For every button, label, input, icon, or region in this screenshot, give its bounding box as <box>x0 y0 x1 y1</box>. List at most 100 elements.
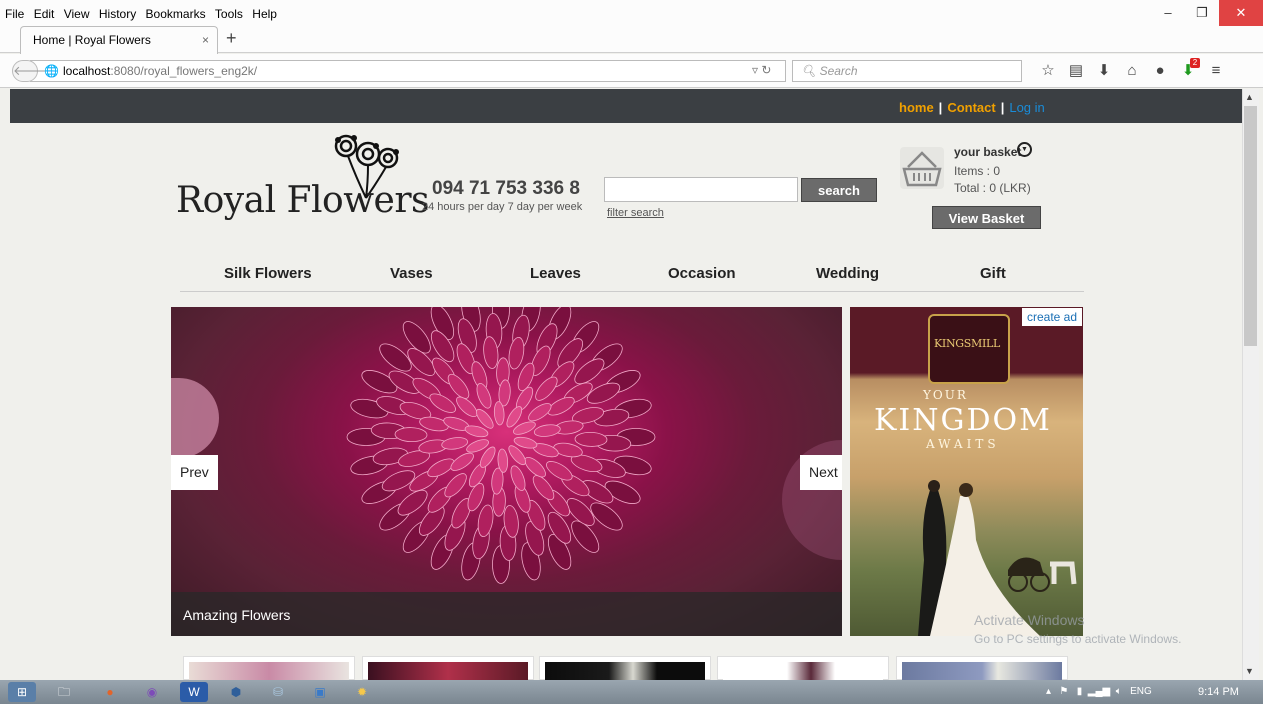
hours-text: 24 hours per day 7 day per week <box>422 201 583 213</box>
flower-image <box>346 307 656 584</box>
reading-list-icon[interactable]: ▤ <box>1062 60 1090 82</box>
petal <box>477 504 494 538</box>
addon-download-icon[interactable]: ⬇ 2 <box>1174 58 1202 82</box>
back-button[interactable]: 🡐 <box>12 60 48 82</box>
hamburger-menu-icon[interactable]: ≡ <box>1202 60 1230 82</box>
thumbnail[interactable] <box>896 656 1068 681</box>
petal <box>574 431 608 447</box>
site-logo[interactable]: Royal Flowers <box>176 180 430 221</box>
battery-icon[interactable]: ▮ <box>1077 686 1083 697</box>
network-app-icon[interactable]: ⛁ <box>264 682 292 702</box>
browser-menubar: File Edit View History Bookmarks Tools H… <box>0 0 1263 26</box>
chat-icon[interactable]: ● <box>1146 60 1174 82</box>
window-controls: – ❐ ✕ <box>1151 0 1263 26</box>
petal <box>476 383 492 409</box>
ad-brand-text: KINGSMILL <box>934 337 1001 350</box>
petal <box>441 437 469 450</box>
toolbar-icons: ☆ ▤ ⬇ ⌂ ● ⬇ 2 ≡ <box>1034 58 1230 82</box>
url-bar[interactable]: localhost:8080/royal_flowers_eng2k/ <box>30 60 786 82</box>
menu-bookmarks[interactable]: Bookmarks <box>143 0 209 21</box>
nav-home-link[interactable]: home <box>899 100 934 115</box>
category-vases[interactable]: Vases <box>390 265 433 282</box>
category-leaves[interactable]: Leaves <box>530 265 581 282</box>
scroll-up-icon[interactable]: ▲ <box>1245 92 1254 102</box>
remote-desktop-icon[interactable]: ▣ <box>306 682 334 702</box>
category-gift[interactable]: Gift <box>980 265 1006 282</box>
search-button[interactable]: search <box>801 178 877 202</box>
thumbnail[interactable] <box>539 656 711 681</box>
thumbnail[interactable] <box>183 656 355 681</box>
ad-your-text: YOUR <box>923 388 968 402</box>
basket-total: Total : 0 (LKR) <box>954 181 1031 195</box>
activation-watermark-title: Activate Windows <box>974 612 1085 628</box>
category-wedding[interactable]: Wedding <box>816 265 879 282</box>
scroll-down-icon[interactable]: ▼ <box>1245 666 1254 676</box>
scrollbar-thumb[interactable] <box>1244 106 1257 346</box>
word-icon[interactable]: W <box>180 682 208 702</box>
signal-icon[interactable]: ▂▄▆ <box>1088 686 1110 697</box>
tab-home[interactable]: Home | Royal Flowers × <box>20 26 218 54</box>
flag-icon[interactable]: ⚑ <box>1059 686 1068 697</box>
url-path: :8080/royal_flowers_eng2k/ <box>110 64 258 78</box>
restore-icon[interactable]: ❐ <box>1185 0 1219 26</box>
app-icon[interactable]: ⬢ <box>222 682 250 702</box>
view-basket-button[interactable]: View Basket <box>932 206 1041 229</box>
tray-arrow-icon[interactable]: ▴ <box>1046 686 1051 697</box>
category-silk-flowers[interactable]: Silk Flowers <box>224 265 312 282</box>
basket-items: Items : 0 <box>954 164 1001 178</box>
menu-edit[interactable]: Edit <box>31 0 58 21</box>
slider-caption: Amazing Flowers <box>171 592 842 636</box>
nav-contact-link[interactable]: Contact <box>947 100 995 115</box>
create-ad-link[interactable]: create ad <box>1022 308 1082 326</box>
paint-icon[interactable]: ✹ <box>348 682 376 702</box>
search-icon: 🔍︎ <box>801 64 817 78</box>
bookmark-star-icon[interactable]: ☆ <box>1034 60 1062 82</box>
volume-icon[interactable]: 🔈︎ <box>1116 686 1122 697</box>
firefox-icon[interactable]: ● <box>96 682 124 702</box>
menu-view[interactable]: View <box>61 0 93 21</box>
clock[interactable]: 9:14 PM <box>1198 686 1239 698</box>
nav-separator: | <box>938 100 943 115</box>
browser-search-input[interactable]: 🔍︎ Search <box>792 60 1022 82</box>
nav-separator: | <box>1000 100 1005 115</box>
file-explorer-icon[interactable]: 🗀 <box>50 682 78 702</box>
category-nav: Silk Flowers Vases Leaves Occasion Weddi… <box>180 262 1084 292</box>
petal <box>508 336 525 370</box>
petal <box>535 376 558 401</box>
petal <box>394 427 428 443</box>
thumbnail[interactable] <box>717 656 889 681</box>
activation-watermark-text: Go to PC settings to activate Windows. <box>974 632 1182 646</box>
phone-number: 094 71 753 336 8 <box>432 178 580 199</box>
minimize-icon[interactable]: – <box>1151 0 1185 26</box>
tab-title: Home | Royal Flowers <box>33 33 151 47</box>
petal <box>533 424 561 437</box>
thumbnail[interactable] <box>362 656 534 681</box>
url-host: localhost <box>63 64 111 78</box>
basket-icon[interactable] <box>900 147 944 189</box>
menu-history[interactable]: History <box>96 0 139 21</box>
slider-next-button[interactable]: Next <box>800 455 842 490</box>
petal <box>444 473 467 498</box>
menu-tools[interactable]: Tools <box>212 0 246 21</box>
menu-file[interactable]: File <box>2 0 27 21</box>
language-indicator[interactable]: ENG <box>1130 686 1152 697</box>
start-icon[interactable]: ⊞ <box>8 682 36 702</box>
filter-search-link[interactable]: filter search <box>607 207 664 219</box>
download-icon[interactable]: ⬇ <box>1090 60 1118 82</box>
site-topbar <box>10 89 1242 123</box>
new-tab-button[interactable]: + <box>226 28 237 49</box>
basket-dropdown-icon[interactable]: ▼ <box>1017 142 1032 157</box>
close-window-icon[interactable]: ✕ <box>1219 0 1263 26</box>
petal <box>546 461 573 481</box>
home-icon[interactable]: ⌂ <box>1118 60 1146 82</box>
viber-icon[interactable]: ◉ <box>138 682 166 702</box>
nav-login-link[interactable]: Log in <box>1009 100 1044 115</box>
search-placeholder: Search <box>819 64 858 78</box>
tab-close-icon[interactable]: × <box>202 33 209 47</box>
reload-icon[interactable]: ▿ ↻ <box>752 63 771 77</box>
ad-kingdom-text: KINGDOM <box>874 403 1052 438</box>
menu-help[interactable]: Help <box>249 0 280 21</box>
slider-prev-button[interactable]: Prev <box>171 455 218 490</box>
site-search-input[interactable] <box>604 177 798 202</box>
category-occasion[interactable]: Occasion <box>668 265 736 282</box>
